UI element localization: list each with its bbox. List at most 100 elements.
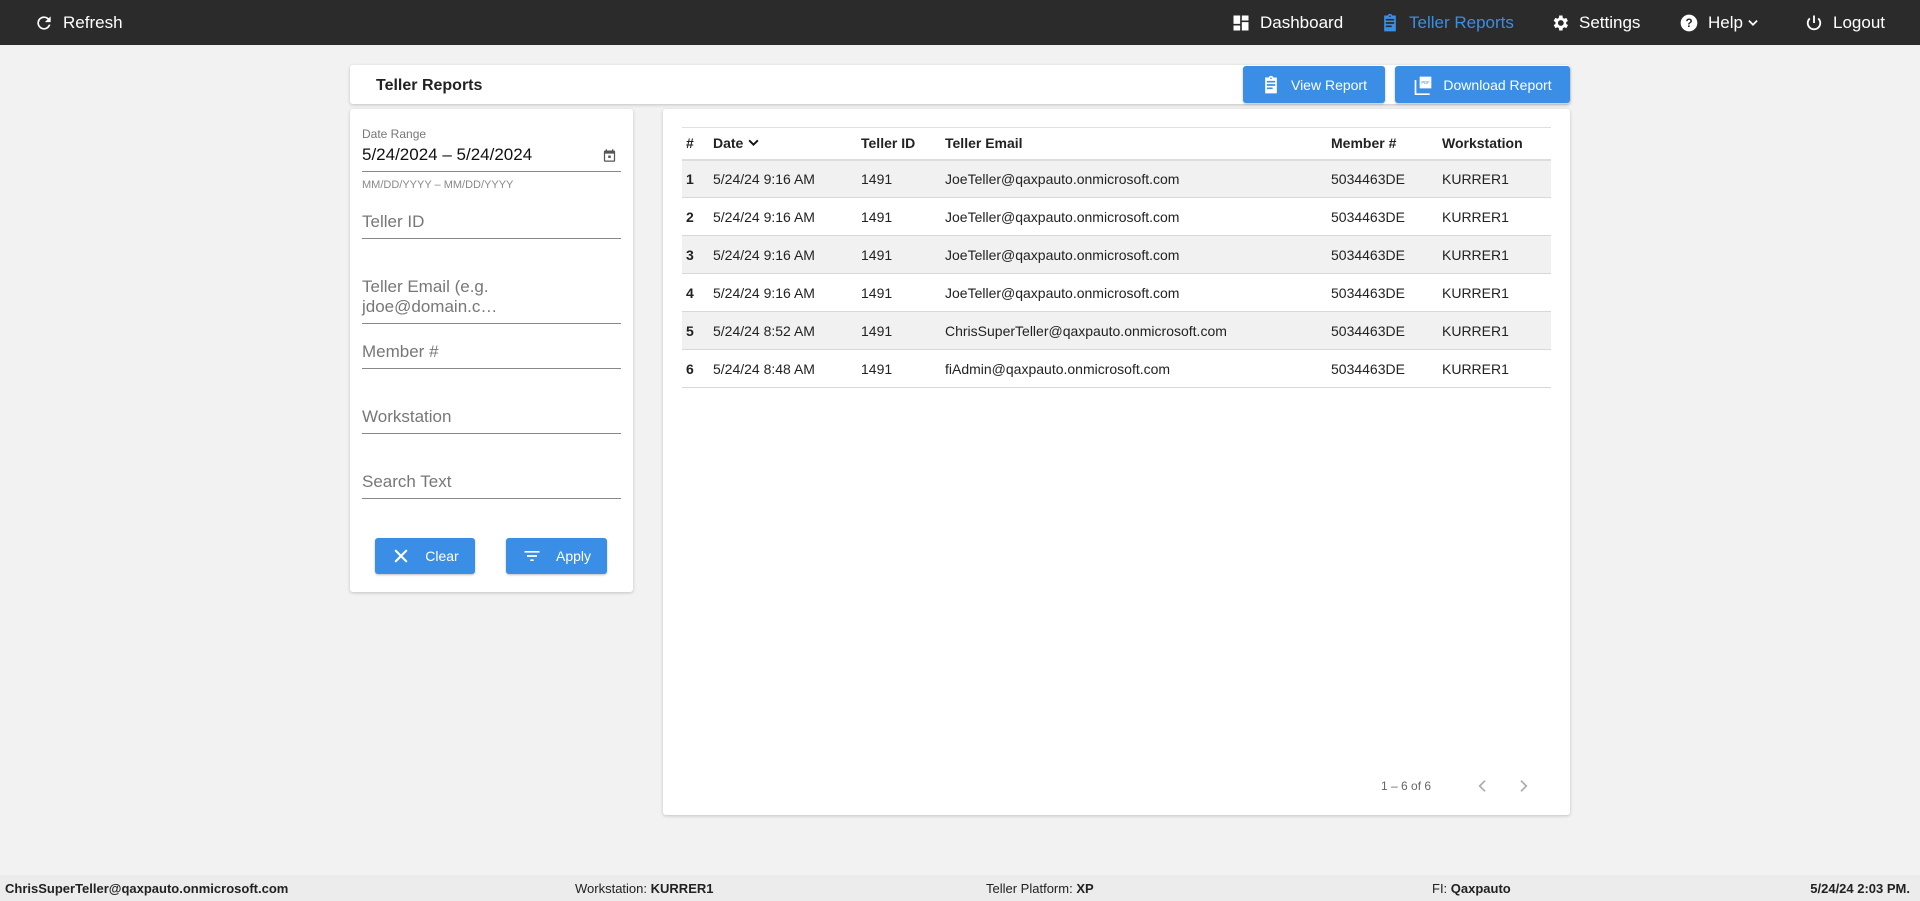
close-icon [394,549,408,563]
table-row[interactable]: 2 5/24/24 9:16 AM 1491 JoeTeller@qaxpauto.o… [682,197,1551,236]
row-date: 5/24/24 8:52 AM [709,311,857,350]
gear-icon [1553,15,1568,30]
workstation-input[interactable]: Workstation [362,407,621,434]
pdf-icon: PDF [1415,76,1432,95]
refresh-button[interactable]: Refresh [34,0,123,45]
view-report-button[interactable]: View Report [1243,66,1385,103]
chevron-right-icon[interactable] [1515,778,1531,794]
row-member: 5034463DE [1327,349,1438,388]
nav-teller-reports-label: Teller Reports [1409,12,1514,32]
row-teller-email: JoeTeller@qaxpauto.onmicrosoft.com [941,159,1327,198]
row-date: 5/24/24 9:16 AM [709,235,857,274]
table-row[interactable]: 3 5/24/24 9:16 AM 1491 JoeTeller@qaxpauto.o… [682,235,1551,274]
date-range-input[interactable]: 5/24/2024 – 5/24/2024 [362,145,621,172]
row-workstation: KURRER1 [1438,159,1551,198]
row-teller-id: 1491 [857,159,941,198]
col-workstation[interactable]: Workstation [1438,127,1551,161]
footer-platform: Teller Platform: XP [986,881,1094,896]
table-row[interactable]: 6 5/24/24 8:48 AM 1491 fiAdmin@qaxpauto.onm… [682,349,1551,388]
row-member: 5034463DE [1327,311,1438,350]
page-header: Teller Reports View Report PDF Download … [350,65,1570,104]
row-date: 5/24/24 9:16 AM [709,159,857,198]
clear-button[interactable]: Clear [375,538,475,574]
row-number: 1 [682,159,709,198]
refresh-label: Refresh [63,12,123,32]
footer-fi: FI: Qaxpauto [1432,881,1511,896]
table-row[interactable]: 4 5/24/24 9:16 AM 1491 JoeTeller@qaxpauto.o… [682,273,1551,312]
nav-help[interactable]: ? Help [1679,0,1760,45]
download-report-button[interactable]: PDF Download Report [1395,66,1570,103]
footer-platform-value: XP [1076,881,1094,896]
apply-button[interactable]: Apply [506,538,607,574]
row-date: 5/24/24 9:16 AM [709,197,857,236]
row-teller-id: 1491 [857,349,941,388]
page-title: Teller Reports [376,77,483,94]
chevron-down-icon [748,139,759,147]
view-report-label: View Report [1290,76,1367,93]
col-number: # [682,127,709,161]
row-member: 5034463DE [1327,197,1438,236]
chevron-down-icon [1748,19,1758,26]
row-workstation: KURRER1 [1438,311,1551,350]
results-panel: # Date Teller ID Teller Email Member # W… [663,109,1570,815]
power-icon [1806,15,1822,30]
member-number-input[interactable]: Member # [362,342,621,369]
nav-logout-label: Logout [1833,12,1885,32]
row-date: 5/24/24 9:16 AM [709,273,857,312]
row-teller-email: JoeTeller@qaxpauto.onmicrosoft.com [941,197,1327,236]
svg-text:?: ? [1685,17,1692,30]
row-teller-id: 1491 [857,197,941,236]
row-number: 2 [682,197,709,236]
row-teller-email: JoeTeller@qaxpauto.onmicrosoft.com [941,235,1327,274]
clipboard-icon [1265,75,1277,93]
row-number: 3 [682,235,709,274]
svg-text:PDF: PDF [1422,80,1431,85]
nav-settings-label: Settings [1579,12,1641,32]
col-teller-id[interactable]: Teller ID [857,127,941,161]
clipboard-icon [1384,13,1396,31]
col-member[interactable]: Member # [1327,127,1438,161]
top-nav-bar: Refresh Dashboard Teller Reports Setting… [0,0,1920,45]
calendar-icon[interactable] [602,148,617,163]
row-teller-email: ChrisSuperTeller@qaxpauto.onmicrosoft.co… [941,311,1327,350]
row-teller-id: 1491 [857,273,941,312]
nav-settings[interactable]: Settings [1550,0,1640,45]
chevron-left-icon[interactable] [1475,778,1491,794]
row-workstation: KURRER1 [1438,273,1551,312]
row-workstation: KURRER1 [1438,235,1551,274]
row-teller-email: fiAdmin@qaxpauto.onmicrosoft.com [941,349,1327,388]
table-row[interactable]: 5 5/24/24 8:52 AM 1491 ChrisSuperTeller@qax… [682,311,1551,350]
row-teller-id: 1491 [857,235,941,274]
col-date-label: Date [713,135,744,152]
footer-datetime: 5/24/24 2:03 PM. [1810,881,1910,896]
teller-email-input[interactable]: Teller Email (e.g. jdoe@domain.c… [362,277,621,324]
apply-label: Apply [555,548,592,564]
nav-dashboard[interactable]: Dashboard [1231,0,1343,45]
table-row[interactable]: 1 5/24/24 9:16 AM 1491 JoeTeller@qaxpauto.o… [682,159,1551,198]
download-report-label: Download Report [1443,76,1552,93]
row-member: 5034463DE [1327,159,1438,198]
row-member: 5034463DE [1327,235,1438,274]
col-date[interactable]: Date [709,127,857,161]
footer-fi-value: Qaxpauto [1450,881,1511,896]
teller-id-input[interactable]: Teller ID [362,212,621,239]
status-bar: ChrisSuperTeller@qaxpauto.onmicrosoft.co… [0,875,1920,901]
row-number: 5 [682,311,709,350]
date-format-hint: MM/DD/YYYY – MM/DD/YYYY [362,179,514,191]
date-range-value: 5/24/2024 – 5/24/2024 [362,145,533,164]
col-teller-email[interactable]: Teller Email [941,127,1327,161]
row-date: 5/24/24 8:48 AM [709,349,857,388]
teller-report-table: # Date Teller ID Teller Email Member # W… [682,127,1551,388]
footer-fi-label: FI: [1432,881,1448,896]
footer-user: ChrisSuperTeller@qaxpauto.onmicrosoft.co… [5,881,289,896]
date-range-label: Date Range [362,127,427,141]
pagination-range: 1 – 6 of 6 [1381,779,1432,793]
nav-dashboard-label: Dashboard [1260,12,1344,32]
nav-logout[interactable]: Logout [1804,0,1885,45]
footer-platform-label: Teller Platform: [986,881,1073,896]
table-header-row: # Date Teller ID Teller Email Member # W… [682,127,1551,161]
search-text-input[interactable]: Search Text [362,472,621,499]
nav-teller-reports[interactable]: Teller Reports [1380,0,1514,45]
row-teller-id: 1491 [857,311,941,350]
dashboard-icon [1233,15,1249,30]
